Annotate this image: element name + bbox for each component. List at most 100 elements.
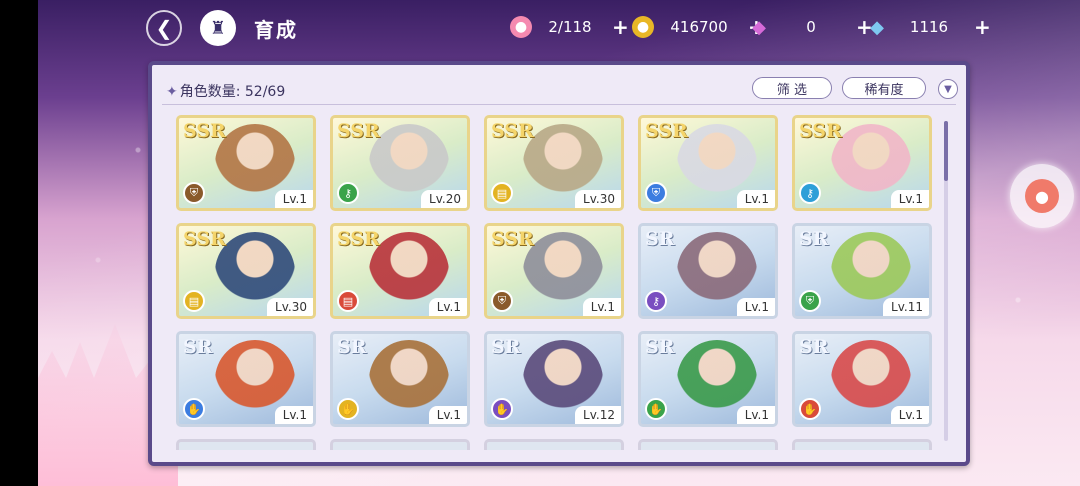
partial-card[interactable]: [330, 439, 470, 450]
character-card[interactable]: SSR ⚷ Lv.1: [792, 115, 932, 211]
rarity-badge: SSR: [491, 228, 534, 250]
character-card[interactable]: SSR ⛨ Lv.1: [638, 115, 778, 211]
level-label: Lv.20: [421, 190, 467, 208]
partial-card[interactable]: [484, 439, 624, 450]
level-label: Lv.1: [274, 406, 313, 424]
filter-button[interactable]: 筛 选: [752, 77, 832, 99]
level-label: Lv.30: [575, 190, 621, 208]
home-button[interactable]: ♜: [200, 10, 236, 46]
shield-icon: ⛨: [645, 182, 667, 204]
rarity-badge: SSR: [491, 120, 534, 142]
rarity-badge: SR: [799, 336, 829, 358]
rarity-badge: SSR: [799, 120, 842, 142]
castle-icon: ♜: [209, 17, 227, 39]
partial-card[interactable]: [176, 439, 316, 450]
chevron-down-icon: ▼: [944, 83, 952, 95]
character-card[interactable]: SSR ⛨ Lv.1: [484, 223, 624, 319]
character-count: ✦ 角色数量: 52/69: [166, 81, 285, 101]
resource-value: 2/118: [548, 18, 592, 36]
scrollbar[interactable]: [944, 121, 948, 441]
shield-icon: ⛨: [491, 290, 513, 312]
rarity-badge: SR: [645, 336, 675, 358]
character-card[interactable]: SSR ▤ Lv.1: [330, 223, 470, 319]
hand-icon: ✋: [337, 398, 359, 420]
book-icon: ▤: [337, 290, 359, 312]
character-card[interactable]: SR ✋ Lv.1: [176, 331, 316, 427]
add-candy-button[interactable]: +: [612, 15, 629, 39]
key-icon: ⚷: [645, 290, 667, 312]
level-label: Lv.1: [274, 190, 313, 208]
rarity-badge: SR: [799, 228, 829, 250]
rarity-badge: SR: [491, 336, 521, 358]
sort-order-toggle[interactable]: ▼: [938, 79, 958, 99]
resource-gold: ● 416700 +: [632, 14, 765, 40]
hand-icon: ✋: [645, 398, 667, 420]
shield-icon: ⛨: [799, 290, 821, 312]
sort-rarity-button[interactable]: 稀有度: [842, 77, 926, 99]
panel-header: ✦ 角色数量: 52/69 筛 选 稀有度 ▼: [162, 73, 958, 105]
rarity-badge: SSR: [183, 228, 226, 250]
rarity-badge: SSR: [645, 120, 688, 142]
level-label: Lv.1: [736, 190, 775, 208]
back-arrow-icon: ❮: [155, 16, 173, 40]
pink-diamond-icon: ◆: [752, 16, 766, 38]
character-card[interactable]: SR ✋ Lv.12: [484, 331, 624, 427]
blue-diamond-icon: ◆: [870, 16, 884, 38]
resource-blue-diamond: ◆ 1116 +: [866, 14, 991, 40]
resource-value: 416700: [670, 18, 728, 36]
rarity-badge: SR: [645, 228, 675, 250]
resource-value: 0: [806, 18, 816, 36]
hand-icon: ✋: [799, 398, 821, 420]
level-label: Lv.1: [428, 406, 467, 424]
resource-candy: ● 2/118 +: [510, 14, 629, 40]
level-label: Lv.1: [428, 298, 467, 316]
scrollbar-thumb[interactable]: [944, 121, 948, 181]
back-button[interactable]: ❮: [146, 10, 182, 46]
partial-card[interactable]: [638, 439, 778, 450]
level-label: Lv.1: [736, 298, 775, 316]
character-card[interactable]: SR ⚷ Lv.1: [638, 223, 778, 319]
character-card[interactable]: SR ✋ Lv.1: [792, 331, 932, 427]
candy-icon: ●: [510, 16, 532, 38]
partial-card[interactable]: [792, 439, 932, 450]
rarity-badge: SSR: [183, 120, 226, 142]
level-label: Lv.1: [582, 298, 621, 316]
level-label: Lv.11: [883, 298, 929, 316]
character-grid[interactable]: SSR ⛨ Lv.1 SSR ⚷ Lv.20 SSR ▤ Lv.30 SSR ⛨ Lv.1 SSR ⚷ Lv…: [176, 115, 946, 450]
key-icon: ⚷: [337, 182, 359, 204]
character-card[interactable]: SR ⛨ Lv.11: [792, 223, 932, 319]
book-icon: ▤: [491, 182, 513, 204]
level-label: Lv.1: [736, 406, 775, 424]
hand-icon: ✋: [491, 398, 513, 420]
shield-icon: ⛨: [183, 182, 205, 204]
character-panel: ✦ 角色数量: 52/69 筛 选 稀有度 ▼ SSR ⛨ Lv.1 SSR ⚷ Lv.20…: [148, 61, 970, 466]
gold-coin-icon: ●: [632, 16, 654, 38]
level-label: Lv.1: [890, 190, 929, 208]
page-title: 育成: [254, 18, 298, 42]
side-menu-button[interactable]: ●: [1010, 164, 1074, 228]
rarity-badge: SR: [183, 336, 213, 358]
level-label: Lv.30: [267, 298, 313, 316]
book-icon: ▤: [183, 290, 205, 312]
level-label: Lv.1: [890, 406, 929, 424]
character-card[interactable]: SR ✋ Lv.1: [330, 331, 470, 427]
sparkle-icon: ✦: [166, 84, 178, 100]
level-label: Lv.12: [575, 406, 621, 424]
character-card[interactable]: SSR ⚷ Lv.20: [330, 115, 470, 211]
top-bar: ❮ ♜ 育成 ● 2/118 + ● 416700 + ◆ 0 + ◆ 1116…: [38, 0, 1080, 56]
rarity-badge: SR: [337, 336, 367, 358]
character-card[interactable]: SSR ▤ Lv.30: [484, 115, 624, 211]
hand-icon: ✋: [183, 398, 205, 420]
background: ❮ ♜ 育成 ● 2/118 + ● 416700 + ◆ 0 + ◆ 1116…: [38, 0, 1080, 486]
add-blue-diamond-button[interactable]: +: [974, 15, 991, 39]
rarity-badge: SSR: [337, 228, 380, 250]
resource-pink-diamond: ◆ 0 +: [748, 14, 873, 40]
key-icon: ⚷: [799, 182, 821, 204]
resource-value: 1116: [909, 18, 949, 36]
character-card[interactable]: SSR ⛨ Lv.1: [176, 115, 316, 211]
character-card[interactable]: SSR ▤ Lv.30: [176, 223, 316, 319]
character-count-label: 角色数量: 52/69: [179, 84, 286, 100]
rarity-badge: SSR: [337, 120, 380, 142]
character-card[interactable]: SR ✋ Lv.1: [638, 331, 778, 427]
mascot-icon: ●: [1025, 179, 1059, 213]
